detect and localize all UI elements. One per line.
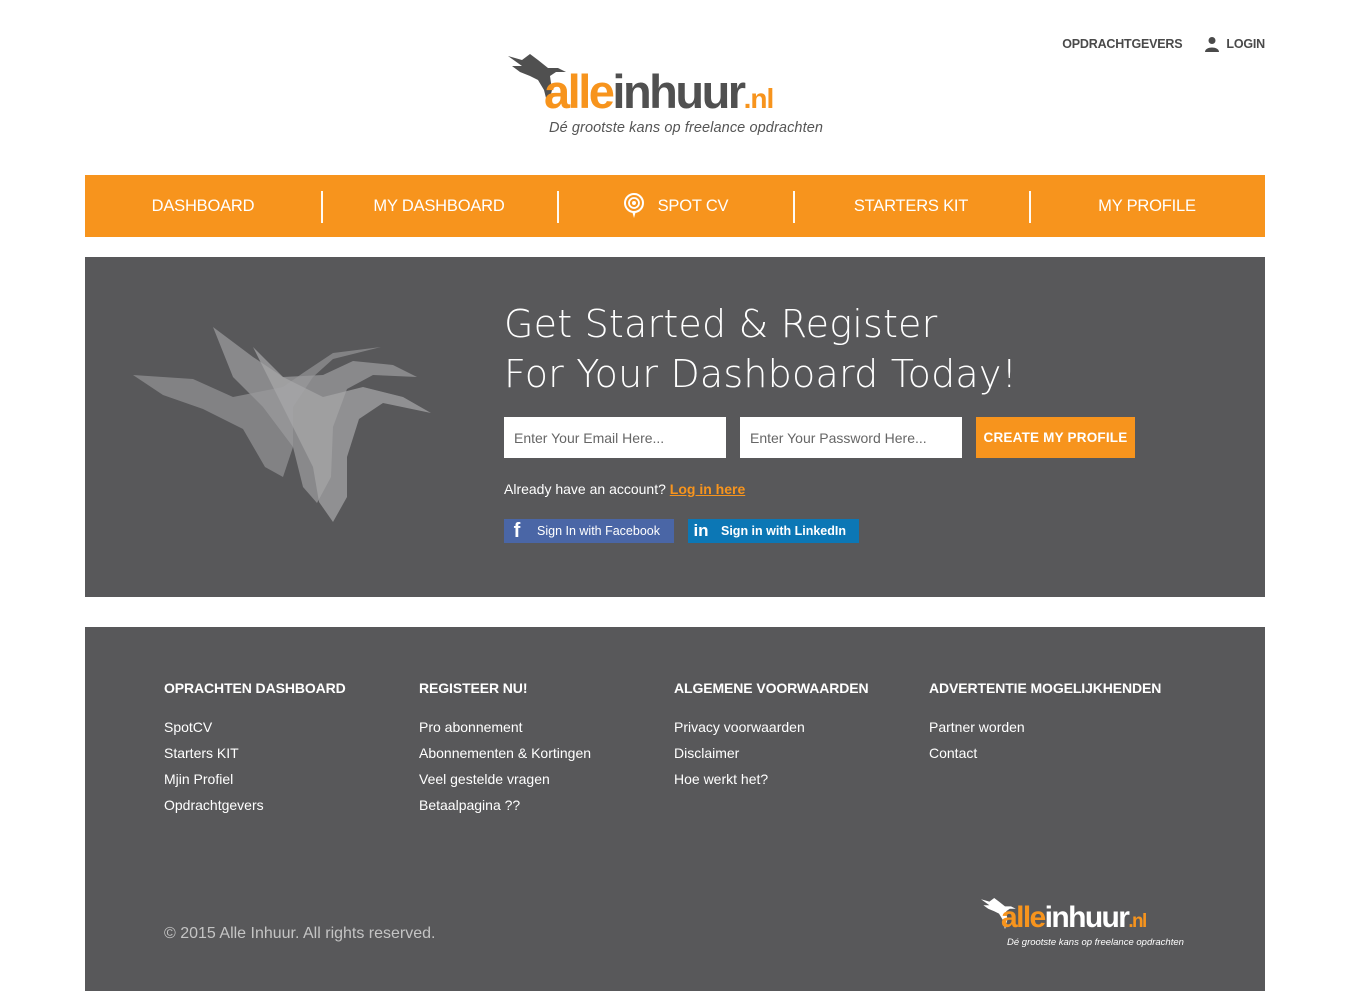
footer: OPRACHTEN DASHBOARD SpotCV Starters KIT …: [85, 627, 1265, 991]
nav-my-profile[interactable]: MY PROFILE: [1029, 175, 1265, 237]
footer-column-register: REGISTEER NU! Pro abonnement Abonnemente…: [419, 680, 591, 818]
footer-link-disclaimer[interactable]: Disclaimer: [674, 740, 869, 766]
footer-heading: OPRACHTEN DASHBOARD: [164, 680, 346, 696]
footer-column-terms: ALGEMENE VOORWAARDEN Privacy voorwaarden…: [674, 680, 869, 792]
nav-spot-cv-label: SPOT CV: [657, 196, 729, 215]
footer-link-privacy[interactable]: Privacy voorwaarden: [674, 714, 869, 740]
hummingbird-icon: [133, 327, 431, 522]
nav-spot-cv[interactable]: SPOT CV: [557, 175, 793, 237]
footer-link-employers[interactable]: Opdrachtgevers: [164, 792, 346, 818]
main-nav: DASHBOARD MY DASHBOARD SPOT CV STARTERS …: [85, 175, 1265, 237]
facebook-icon: f: [513, 520, 521, 542]
footer-column-dashboard: OPRACHTEN DASHBOARD SpotCV Starters KIT …: [164, 680, 346, 818]
log-in-here-link[interactable]: Log in here: [670, 481, 745, 497]
footer-logo[interactable]: alleinhuur.nl Dé grootste kans op freela…: [981, 895, 1191, 955]
facebook-signin-label: Sign In with Facebook: [537, 524, 660, 538]
footer-logo-wordmark: alleinhuur.nl: [1001, 901, 1147, 934]
footer-link-partner[interactable]: Partner worden: [929, 714, 1161, 740]
logo-tagline: Dé grootste kans op freelance opdrachten: [549, 120, 824, 136]
already-account-text: Already have an account? Log in here: [504, 481, 745, 497]
footer-column-advertising: ADVERTENTIE MOGELIJKHENDEN Partner worde…: [929, 680, 1161, 766]
logo-nl: .nl: [743, 83, 775, 114]
location-pin-icon: [623, 193, 644, 218]
footer-link-how-it-works[interactable]: Hoe werkt het?: [674, 766, 869, 792]
employers-link-label: OPDRACHTGEVERS: [1062, 37, 1183, 51]
email-input[interactable]: [504, 417, 726, 458]
footer-link-contact[interactable]: Contact: [929, 740, 1161, 766]
logo-alle: alle: [544, 65, 615, 118]
linkedin-icon: in: [693, 521, 709, 540]
footer-logo-inhuur: inhuur: [1044, 901, 1130, 934]
employers-link[interactable]: OPDRACHTGEVERS: [1062, 37, 1182, 51]
footer-heading: REGISTEER NU!: [419, 680, 528, 696]
nav-my-dashboard[interactable]: MY DASHBOARD: [321, 175, 557, 237]
footer-link-pro[interactable]: Pro abonnement: [419, 714, 591, 740]
nav-my-profile-label: MY PROFILE: [1098, 196, 1196, 215]
login-link[interactable]: LOGIN: [1204, 36, 1265, 52]
top-links: OPDRACHTGEVERS LOGIN: [1062, 36, 1265, 52]
logo-wordmark: alleinhuur.nl: [544, 65, 775, 118]
footer-logo-alle: alle: [1001, 901, 1046, 934]
linkedin-signin-button[interactable]: in Sign in with LinkedIn: [688, 519, 859, 543]
nav-dashboard[interactable]: DASHBOARD: [85, 175, 321, 237]
nav-dashboard-label: DASHBOARD: [151, 196, 255, 215]
hero-title-line-1: Get Started & Register: [504, 302, 938, 346]
logo-inhuur: inhuur: [612, 65, 746, 118]
footer-link-profile[interactable]: Mjin Profiel: [164, 766, 346, 792]
nav-my-dashboard-label: MY DASHBOARD: [373, 196, 505, 215]
footer-logo-nl: .nl: [1128, 911, 1147, 932]
hero-title-line-2: For Your Dashboard Today!: [504, 352, 1018, 396]
footer-link-starters-kit[interactable]: Starters KIT: [164, 740, 346, 766]
site-logo[interactable]: alleinhuur.nl Dé grootste kans op freela…: [508, 50, 848, 142]
facebook-signin-button[interactable]: f Sign In with Facebook: [504, 519, 674, 543]
footer-link-payment[interactable]: Betaalpagina ??: [419, 792, 591, 818]
footer-heading: ADVERTENTIE MOGELIJKHENDEN: [929, 680, 1162, 696]
footer-link-spotcv[interactable]: SpotCV: [164, 714, 346, 740]
hero-title: Get Started & Register For Your Dashboar…: [504, 299, 1017, 399]
linkedin-signin-label: Sign in with LinkedIn: [721, 524, 846, 538]
hero-register: Get Started & Register For Your Dashboar…: [85, 257, 1265, 597]
create-profile-button[interactable]: CREATE MY PROFILE: [976, 417, 1135, 458]
copyright-text: © 2015 Alle Inhuur. All rights reserved.: [164, 925, 436, 942]
already-account-label: Already have an account?: [504, 481, 666, 497]
footer-heading: ALGEMENE VOORWAARDEN: [674, 680, 869, 696]
user-icon: [1205, 37, 1220, 52]
footer-logo-tagline: Dé grootste kans op freelance opdrachten: [1007, 937, 1184, 948]
footer-link-faq[interactable]: Veel gestelde vragen: [419, 766, 591, 792]
nav-starters-kit[interactable]: STARTERS KIT: [793, 175, 1029, 237]
nav-starters-kit-label: STARTERS KIT: [853, 196, 969, 215]
password-input[interactable]: [740, 417, 962, 458]
login-link-label: LOGIN: [1226, 37, 1265, 51]
footer-link-subscriptions[interactable]: Abonnementen & Kortingen: [419, 740, 591, 766]
